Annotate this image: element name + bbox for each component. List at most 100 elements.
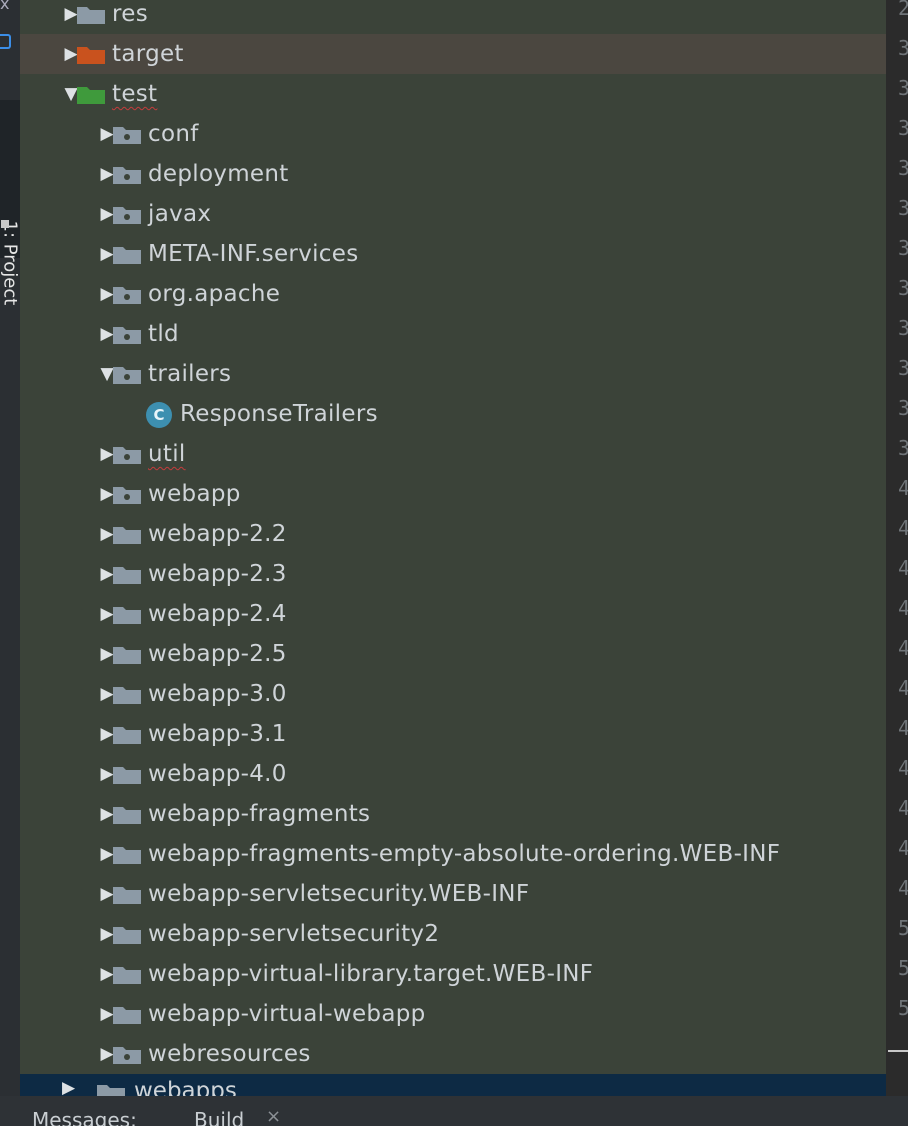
tree-row-label: webapp bbox=[148, 481, 241, 507]
folder-icon bbox=[113, 607, 141, 624]
line-number: 3 bbox=[898, 36, 908, 60]
folder-icon bbox=[113, 807, 141, 824]
tree-row-label: trailers bbox=[148, 361, 232, 387]
tree-row-label: webapp-virtual-library.target.WEB-INF bbox=[148, 961, 594, 987]
tree-row-label: webapp-2.2 bbox=[148, 521, 287, 547]
tree-row-label: webapp-3.0 bbox=[148, 681, 287, 707]
project-tab[interactable]: 1: Project bbox=[0, 100, 20, 305]
tree-row[interactable]: ▶ target bbox=[20, 34, 886, 74]
sidebar-indicator-icon bbox=[0, 34, 11, 49]
folder-icon bbox=[113, 527, 141, 544]
line-number: 2 bbox=[898, 0, 908, 20]
line-number: 3 bbox=[898, 276, 908, 300]
tree-row-label: webapp-2.5 bbox=[148, 641, 287, 667]
tree-row[interactable]: ▶ webapp bbox=[20, 474, 886, 514]
line-number: 4 bbox=[898, 596, 908, 620]
close-icon[interactable]: × bbox=[266, 1106, 281, 1126]
tree-row[interactable]: ▶ webapp-2.3 bbox=[20, 554, 886, 594]
line-number: 3 bbox=[898, 396, 908, 420]
tree-row-label: META-INF.services bbox=[148, 241, 359, 267]
tree-row-label: webapp-2.3 bbox=[148, 561, 287, 587]
package-icon bbox=[113, 367, 141, 384]
tree-row-label: webapp-fragments bbox=[148, 801, 371, 827]
tree-row[interactable]: ▶ webapp-virtual-webapp bbox=[20, 994, 886, 1034]
tree-row[interactable]: ▶ webapp-3.0 bbox=[20, 674, 886, 714]
tree-row[interactable]: ▶ META-INF.services bbox=[20, 234, 886, 274]
tree-row[interactable]: ▶ conf bbox=[20, 114, 886, 154]
tree-row[interactable]: ▶ webresources bbox=[20, 1034, 886, 1074]
line-number: 4 bbox=[898, 756, 908, 780]
folder-icon bbox=[113, 927, 141, 944]
tree-row[interactable]: C ResponseTrailers bbox=[20, 394, 886, 434]
build-tab[interactable]: Build bbox=[194, 1108, 244, 1126]
line-number: 4 bbox=[898, 636, 908, 660]
tree-row[interactable]: ▶ webapp-fragments-empty-absolute-orderin… bbox=[20, 834, 886, 874]
tree-row[interactable]: ▶ util bbox=[20, 434, 886, 474]
folder-icon bbox=[77, 7, 105, 24]
tree-row[interactable]: ▶ res bbox=[20, 0, 886, 34]
tree-row[interactable]: ▶ deployment bbox=[20, 154, 886, 194]
package-icon bbox=[113, 1047, 141, 1064]
tree-row[interactable]: ▶ org.apache bbox=[20, 274, 886, 314]
tree-row[interactable]: ▶ javax bbox=[20, 194, 886, 234]
tree-row-partial[interactable]: ▶ webapps bbox=[20, 1074, 886, 1096]
tree-row[interactable]: ▶ webapp-2.4 bbox=[20, 594, 886, 634]
line-number: 4 bbox=[898, 836, 908, 860]
package-icon bbox=[113, 487, 141, 504]
line-number: 3 bbox=[898, 316, 908, 340]
tree-row-label: org.apache bbox=[148, 281, 281, 307]
tree-row-label: util bbox=[148, 441, 186, 467]
line-number: 4 bbox=[898, 676, 908, 700]
line-number: 3 bbox=[898, 236, 908, 260]
tree-row-label: webapp-servletsecurity.WEB-INF bbox=[148, 881, 530, 907]
tree-row-label: test bbox=[112, 81, 158, 107]
tree-row-label: tld bbox=[148, 321, 179, 347]
excluded-folder-icon bbox=[77, 47, 105, 64]
tree-row[interactable]: ▶ webapp-fragments bbox=[20, 794, 886, 834]
line-number: 3 bbox=[898, 196, 908, 220]
tree-row[interactable]: ▶ webapp-4.0 bbox=[20, 754, 886, 794]
line-number: 5 bbox=[898, 916, 908, 940]
folder-icon bbox=[113, 247, 141, 264]
line-number: 3 bbox=[898, 436, 908, 460]
line-number: 4 bbox=[898, 876, 908, 900]
class-icon: C bbox=[146, 402, 172, 428]
tree-row-label: webapp-2.4 bbox=[148, 601, 287, 627]
package-icon bbox=[113, 167, 141, 184]
package-icon bbox=[113, 447, 141, 464]
folder-icon bbox=[113, 727, 141, 744]
line-number: 4 bbox=[898, 516, 908, 540]
tree-row-label: webapp-fragments-empty-absolute-ordering… bbox=[148, 841, 781, 867]
folder-icon bbox=[113, 687, 141, 704]
tool-window-sidebar: x 1: Project bbox=[0, 0, 20, 1126]
line-number: 4 bbox=[898, 476, 908, 500]
tree-row[interactable]: ▶ webapp-2.2 bbox=[20, 514, 886, 554]
line-number: 4 bbox=[898, 796, 908, 820]
line-number: 3 bbox=[898, 356, 908, 380]
test-folder-icon bbox=[77, 87, 105, 104]
folder-icon bbox=[113, 967, 141, 984]
folder-icon bbox=[113, 847, 141, 864]
tree-row[interactable]: ▶ webapp-servletsecurity.WEB-INF bbox=[20, 874, 886, 914]
bottom-tool-bar: Messages: Build × bbox=[0, 1096, 908, 1126]
editor-gutter: 2 3 3 3 3 3 3 3 3 3 3 3 4 4 4 4 4 4 4 4 4 4 4 5 5 5 bbox=[886, 0, 908, 1096]
tree-row[interactable]: ▼ trailers bbox=[20, 354, 886, 394]
project-tab-label: 1: Project bbox=[0, 220, 20, 306]
tree-row-label: webapps bbox=[134, 1078, 237, 1096]
collapse-arrow-icon[interactable]: ▶ bbox=[62, 1078, 75, 1096]
folder-icon bbox=[113, 567, 141, 584]
tree-row-label: javax bbox=[148, 201, 212, 227]
package-icon bbox=[113, 127, 141, 144]
package-icon bbox=[113, 287, 141, 304]
tree-row[interactable]: ▶ webapp-2.5 bbox=[20, 634, 886, 674]
tree-row-label: res bbox=[112, 1, 148, 27]
line-number: 5 bbox=[898, 956, 908, 980]
folder-icon bbox=[113, 767, 141, 784]
tree-row[interactable]: ▼ test bbox=[20, 74, 886, 114]
folder-icon bbox=[113, 1007, 141, 1024]
tree-row[interactable]: ▶ tld bbox=[20, 314, 886, 354]
tree-row[interactable]: ▶ webapp-virtual-library.target.WEB-INF bbox=[20, 954, 886, 994]
package-icon bbox=[113, 207, 141, 224]
tree-row[interactable]: ▶ webapp-servletsecurity2 bbox=[20, 914, 886, 954]
tree-row[interactable]: ▶ webapp-3.1 bbox=[20, 714, 886, 754]
